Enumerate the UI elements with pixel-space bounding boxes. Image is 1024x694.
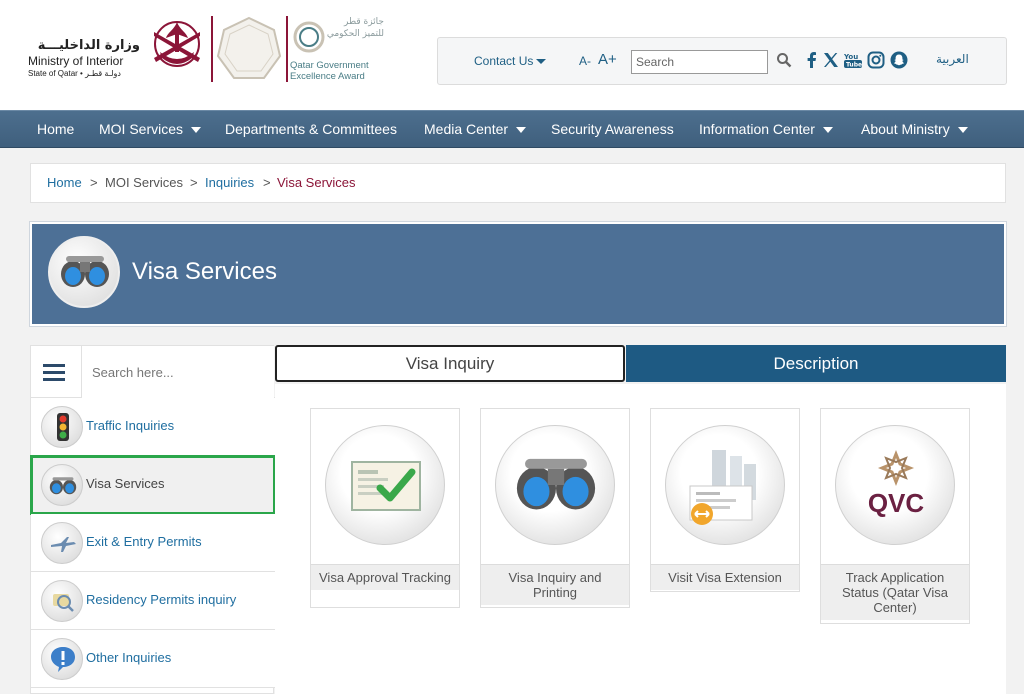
caret-down-icon — [516, 127, 527, 134]
sidebar-item-other-inquiries[interactable]: Other Inquiries — [31, 630, 275, 688]
breadcrumb-separator: > — [263, 175, 271, 190]
nav-label: MOI Services — [99, 121, 184, 137]
card-caption: Visa Inquiry and Printing — [481, 564, 629, 605]
breadcrumb-inquiries[interactable]: Inquiries — [205, 175, 254, 190]
svg-text:Tube: Tube — [846, 62, 862, 69]
qatar-emblem-icon — [154, 21, 200, 67]
header-divider — [286, 16, 288, 82]
sidebar-item-label: Exit & Entry Permits — [86, 534, 202, 549]
nav-item-about-ministry[interactable]: About Ministry — [861, 121, 968, 137]
sidebar-item-label: Visa Services — [86, 476, 165, 491]
nav-label: Security Awareness — [551, 121, 674, 137]
site-header: وزارة الداخليـــة Ministry of Interior S… — [0, 0, 1024, 110]
caret-down-icon — [191, 127, 202, 134]
caret-down-icon — [536, 59, 547, 65]
service-card-visa-inquiry-printing[interactable]: Visa Inquiry and Printing — [480, 408, 630, 608]
nav-label: Information Center — [699, 121, 815, 137]
award-ring-icon — [293, 21, 325, 53]
airplane-icon — [41, 522, 83, 564]
nav-item-moi-services[interactable]: MOI Services — [99, 121, 202, 137]
header-divider — [211, 16, 213, 82]
sidebar-search-row — [31, 346, 275, 398]
language-switch-link[interactable]: العربية — [936, 52, 969, 66]
visa-extension-icon — [665, 425, 785, 545]
sidebar-item-label: Traffic Inquiries — [86, 418, 175, 433]
nav-item-home[interactable]: Home — [37, 121, 74, 137]
snapchat-icon[interactable] — [889, 50, 909, 70]
award-arabic: جائزة قطر للتميز الحكومي — [326, 17, 384, 39]
sidebar-item-exit-entry-permits[interactable]: Exit & Entry Permits — [31, 514, 275, 572]
qvc-logo-text: QVC — [868, 488, 925, 518]
instagram-icon[interactable] — [866, 50, 886, 70]
service-card-visa-approval-tracking[interactable]: Visa Approval Tracking — [310, 408, 460, 608]
youtube-icon[interactable]: You Tube — [843, 50, 863, 70]
caret-down-icon — [822, 127, 833, 134]
breadcrumb-current: Visa Services — [277, 175, 356, 190]
binoculars-icon — [48, 236, 120, 308]
service-card-track-application-status[interactable]: QVC Track Application Status (Qatar Visa… — [820, 408, 970, 624]
nav-item-information-center[interactable]: Information Center — [699, 121, 833, 137]
card-caption: Track Application Status (Qatar Visa Cen… — [821, 564, 969, 620]
award-badge-icon — [216, 16, 282, 79]
moi-logo-arabic: وزارة الداخليـــة — [37, 38, 140, 53]
main-navigation: Home MOI Services Departments & Committe… — [0, 110, 1024, 148]
svg-text:You: You — [843, 53, 858, 61]
approval-check-icon — [325, 425, 445, 545]
qatar-excellence-award-logo[interactable]: جائزة قطر للتميز الحكومي Qatar Governmen… — [290, 16, 386, 82]
nav-label: Departments & Committees — [225, 121, 397, 137]
breadcrumb-separator: > — [190, 175, 198, 190]
caret-down-icon — [957, 127, 968, 134]
card-caption: Visit Visa Extension — [651, 564, 799, 590]
binoculars-graphic — [61, 256, 109, 287]
traffic-light-icon — [41, 406, 83, 448]
sidebar-item-label: Residency Permits inquiry — [86, 592, 237, 607]
breadcrumb-separator: > — [90, 175, 98, 190]
binoculars-icon — [495, 425, 615, 545]
sidebar-item-label: Other Inquiries — [86, 650, 172, 665]
qvc-logo-icon: QVC — [835, 425, 955, 545]
moi-logo-subtitle: State of Qatar • دولـة قطـر — [28, 69, 121, 78]
hamburger-menu-icon[interactable] — [43, 364, 65, 382]
card-caption: Visa Approval Tracking — [311, 564, 459, 590]
breadcrumb-moi-services[interactable]: MOI Services — [105, 175, 183, 190]
sidebar-item-residency-permits[interactable]: Residency Permits inquiry — [31, 572, 275, 630]
utility-bar: Contact Us A- A+ You Tube العربية — [437, 37, 1007, 85]
contact-us-label: Contact Us — [474, 54, 534, 68]
inquiries-sidebar: Traffic Inquiries Visa Services Exit & E… — [30, 345, 276, 694]
breadcrumb: Home > MOI Services > Inquiries > Visa S… — [30, 163, 1006, 203]
nav-label: About Ministry — [861, 121, 950, 137]
service-card-visit-visa-extension[interactable]: Visit Visa Extension — [650, 408, 800, 592]
tab-visa-inquiry[interactable]: Visa Inquiry — [275, 345, 625, 382]
nav-label: Media Center — [424, 121, 509, 137]
sidebar-item-traffic-inquiries[interactable]: Traffic Inquiries — [31, 398, 275, 456]
search-icon[interactable] — [776, 52, 792, 68]
page-banner: Visa Services — [29, 221, 1007, 327]
page-title: Visa Services — [132, 258, 277, 285]
font-increase-button[interactable]: A+ — [598, 51, 617, 68]
nav-item-security-awareness[interactable]: Security Awareness — [551, 121, 674, 137]
site-search-input[interactable] — [631, 50, 768, 74]
breadcrumb-home[interactable]: Home — [47, 175, 82, 190]
nav-label: Home — [37, 121, 75, 137]
sidebar-item-visa-services[interactable]: Visa Services — [30, 455, 276, 515]
facebook-icon[interactable] — [802, 50, 822, 70]
contact-us-menu[interactable]: Contact Us — [474, 54, 547, 68]
nav-item-media-center[interactable]: Media Center — [424, 121, 527, 137]
sidebar-search-input[interactable] — [81, 346, 274, 398]
exclamation-icon — [41, 638, 83, 680]
moi-logo[interactable]: وزارة الداخليـــة Ministry of Interior S… — [28, 38, 140, 84]
nav-item-departments[interactable]: Departments & Committees — [225, 121, 397, 137]
tab-description[interactable]: Description — [626, 345, 1006, 382]
magnifier-card-icon — [41, 580, 83, 622]
binoculars-icon — [41, 464, 83, 506]
moi-logo-english: Ministry of Interior — [28, 54, 124, 68]
award-english: Qatar Government Excellence Award — [290, 60, 369, 82]
font-decrease-button[interactable]: A- — [579, 54, 591, 68]
x-icon[interactable] — [821, 50, 841, 70]
